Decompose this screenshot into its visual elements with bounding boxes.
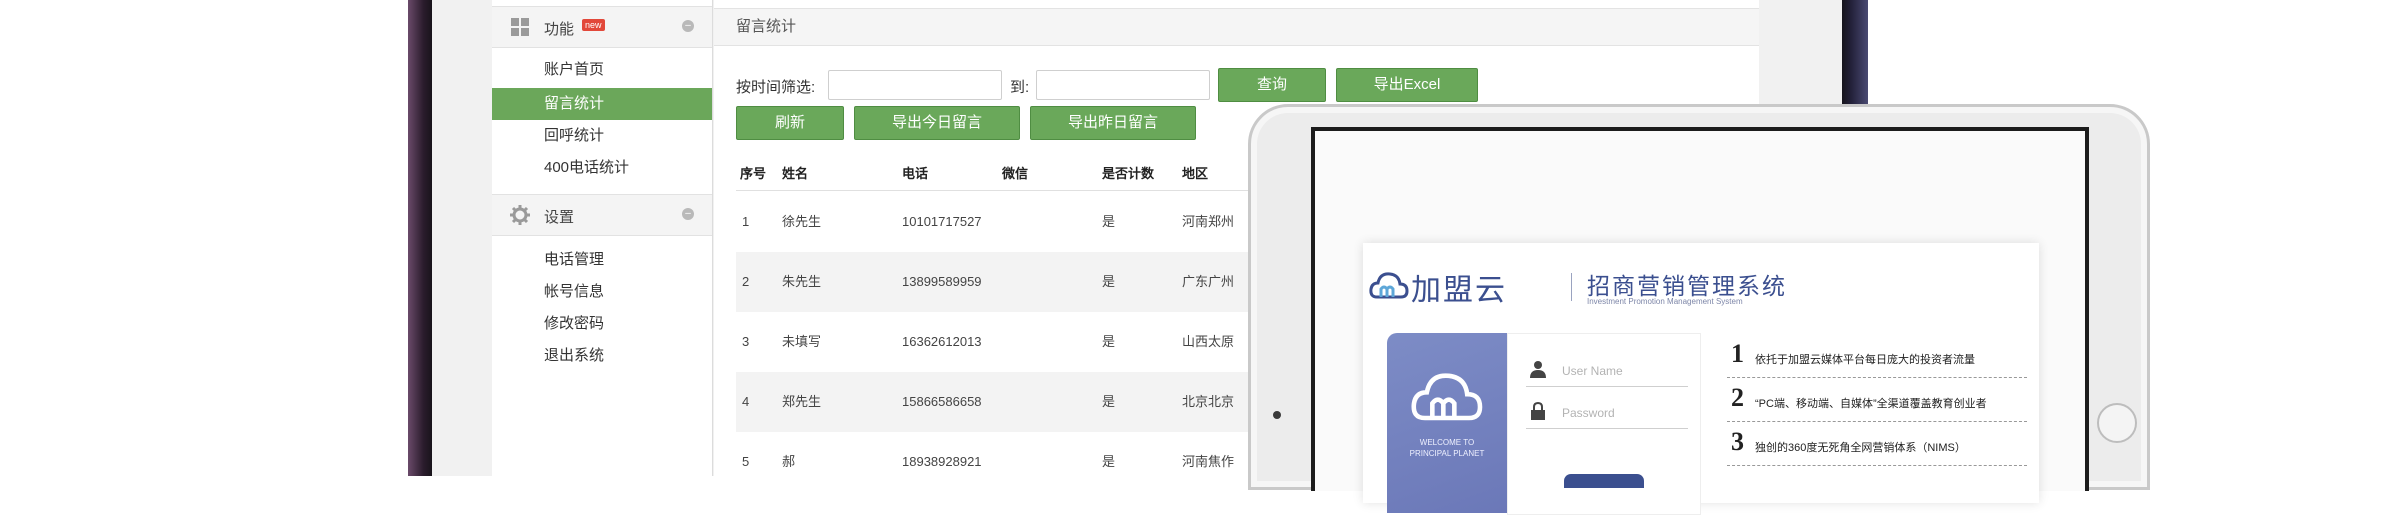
tablet-screen: 加盟云 招商营销管理系统 Investment Promotion Manage… <box>1311 127 2089 515</box>
cell-region: 广东广州 <box>1182 274 1235 289</box>
col-header-counted: 是否计数 <box>1102 166 1155 181</box>
cell-phone: 10101717527 <box>902 214 982 229</box>
sidebar: 功能 new – 账户首页 留言统计 回呼统计 400电话统计 设置 – 电话管… <box>492 0 713 476</box>
col-header-name: 姓名 <box>782 166 809 181</box>
col-header-phone: 电话 <box>902 166 929 181</box>
breadcrumb: 留言统计 <box>714 8 1759 46</box>
feature-item: 3 独创的360度无死角全网营销体系（NIMS） <box>1727 427 2027 466</box>
lock-icon <box>1531 402 1545 420</box>
cell-region: 山西太原 <box>1182 334 1235 349</box>
cloud-logo-icon <box>1369 272 1409 299</box>
system-title: 招商营销管理系统 <box>1587 273 1787 299</box>
sidebar-group-title: 功能 <box>544 21 575 38</box>
feature-number: 1 <box>1731 339 1744 368</box>
sidebar-item-logout[interactable]: 退出系统 <box>492 340 712 372</box>
cell-phone: 13899589959 <box>902 274 982 289</box>
cell-index: 5 <box>742 454 750 469</box>
tablet-device: 加盟云 招商营销管理系统 Investment Promotion Manage… <box>1248 104 2150 515</box>
feature-item: 2 “PC端、移动端、自媒体”全渠道覆盖教育创业者 <box>1727 383 2027 422</box>
refresh-button[interactable]: 刷新 <box>736 106 844 140</box>
cell-name: 朱先生 <box>782 274 822 289</box>
login-button[interactable] <box>1564 474 1644 488</box>
cell-region: 河南郑州 <box>1182 214 1235 229</box>
cell-counted: 是 <box>1102 394 1116 409</box>
cell-counted: 是 <box>1102 274 1116 289</box>
cloud-logo-icon <box>1411 373 1483 421</box>
feature-text: “PC端、移动端、自媒体”全渠道覆盖教育创业者 <box>1755 398 1987 410</box>
cell-counted: 是 <box>1102 454 1116 469</box>
to-label: 到: <box>1010 79 1030 96</box>
cell-region: 北京北京 <box>1182 394 1235 409</box>
cell-counted: 是 <box>1102 214 1116 229</box>
system-subtitle: Investment Promotion Management System <box>1587 297 1743 306</box>
col-header-region: 地区 <box>1182 166 1209 181</box>
cell-region: 河南焦作 <box>1182 454 1235 469</box>
new-badge: new <box>582 19 605 31</box>
cell-counted: 是 <box>1102 334 1116 349</box>
login-illustration: WELCOME TO PRINCIPAL PLANET <box>1387 333 1507 513</box>
sidebar-group-settings[interactable]: 设置 – <box>492 194 712 236</box>
sidebar-item-callback-stats[interactable]: 回呼统计 <box>492 120 712 152</box>
feature-text: 独创的360度无死角全网营销体系（NIMS） <box>1755 442 1966 454</box>
grid-icon <box>511 18 529 36</box>
sidebar-item-change-password[interactable]: 修改密码 <box>492 308 712 340</box>
sidebar-item-phone-management[interactable]: 电话管理 <box>492 244 712 276</box>
cell-phone: 18938928921 <box>902 454 982 469</box>
camera-icon <box>1273 411 1281 419</box>
sidebar-item-message-stats[interactable]: 留言统计 <box>492 88 712 120</box>
brand-name: 加盟云 <box>1411 274 1507 307</box>
sidebar-item-account-home[interactable]: 账户首页 <box>492 54 712 86</box>
export-yesterday-button[interactable]: 导出昨日留言 <box>1030 106 1196 140</box>
login-card: 加盟云 招商营销管理系统 Investment Promotion Manage… <box>1363 243 2039 515</box>
sidebar-group-functions[interactable]: 功能 new – <box>492 6 712 48</box>
feature-number: 2 <box>1731 383 1744 412</box>
welcome-text: WELCOME TO PRINCIPAL PLANET <box>1387 437 1507 459</box>
query-button[interactable]: 查询 <box>1218 68 1326 102</box>
feature-text: 依托于加盟云媒体平台每日庞大的投资者流量 <box>1755 354 1975 366</box>
export-excel-button[interactable]: 导出Excel <box>1336 68 1478 102</box>
col-header-index: 序号 <box>740 166 767 181</box>
cell-name: 徐先生 <box>782 214 822 229</box>
home-button-icon[interactable] <box>2097 403 2137 443</box>
cell-index: 1 <box>742 214 750 229</box>
cell-index: 2 <box>742 274 750 289</box>
gear-icon <box>510 205 530 225</box>
cell-name: 郝 <box>782 454 796 469</box>
password-field[interactable]: Password <box>1526 398 1688 429</box>
time-filter-label: 按时间筛选: <box>736 79 816 96</box>
username-placeholder: User Name <box>1562 364 1623 378</box>
monitor-edge-left <box>408 0 434 476</box>
collapse-icon[interactable]: – <box>682 20 694 32</box>
collapse-icon[interactable]: – <box>682 208 694 220</box>
password-placeholder: Password <box>1562 406 1615 420</box>
cell-index: 3 <box>742 334 750 349</box>
welcome-line-1: WELCOME TO <box>1419 438 1475 447</box>
sidebar-group-title: 设置 <box>544 209 575 226</box>
username-field[interactable]: User Name <box>1526 356 1688 387</box>
date-from-input[interactable] <box>828 70 1002 100</box>
sidebar-item-account-info[interactable]: 帐号信息 <box>492 276 712 308</box>
cell-name: 郑先生 <box>782 394 822 409</box>
user-icon <box>1530 361 1546 378</box>
cell-phone: 16362612013 <box>902 334 982 349</box>
sidebar-item-400-phone-stats[interactable]: 400电话统计 <box>492 152 712 184</box>
cell-name: 未填写 <box>782 334 822 349</box>
login-form: User Name Password <box>1507 333 1701 515</box>
date-to-input[interactable] <box>1036 70 1210 100</box>
feature-item: 1 依托于加盟云媒体平台每日庞大的投资者流量 <box>1727 339 2027 378</box>
cell-index: 4 <box>742 394 750 409</box>
feature-number: 3 <box>1731 427 1744 456</box>
cell-phone: 15866586658 <box>902 394 982 409</box>
brand-divider <box>1571 273 1572 301</box>
export-today-button[interactable]: 导出今日留言 <box>854 106 1020 140</box>
col-header-wechat: 微信 <box>1002 166 1029 181</box>
welcome-line-2: PRINCIPAL PLANET <box>1409 449 1485 458</box>
